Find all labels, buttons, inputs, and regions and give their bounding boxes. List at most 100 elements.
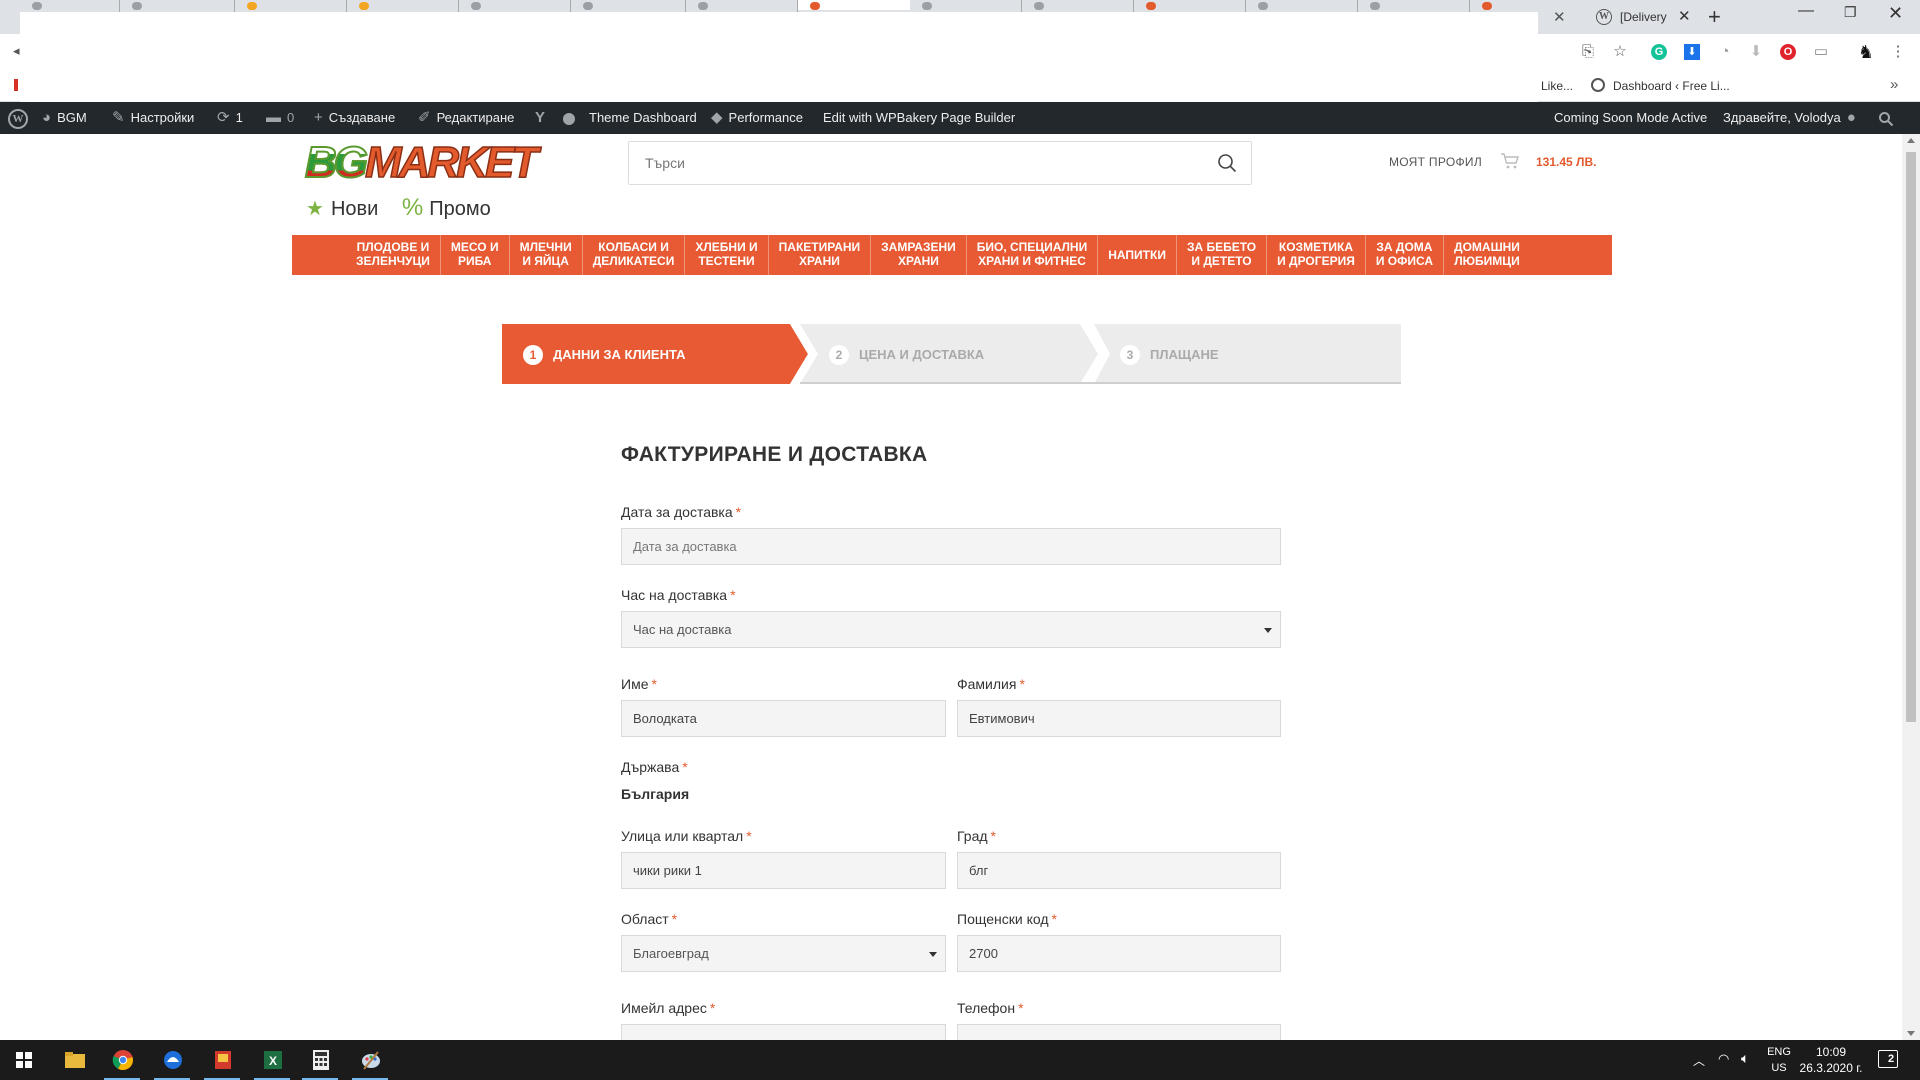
- browser-tab[interactable]: [235, 0, 347, 12]
- taskbar-chrome[interactable]: [98, 1040, 146, 1080]
- window-close-icon[interactable]: ✕: [1888, 3, 1903, 24]
- taskbar-app[interactable]: [148, 1040, 196, 1080]
- browser-tab-active[interactable]: [798, 0, 910, 10]
- performance-link[interactable]: ◆ Performance: [711, 102, 803, 134]
- menu-kebab-icon[interactable]: ⋮: [1889, 43, 1907, 61]
- first-name-input[interactable]: [621, 700, 946, 737]
- search-input[interactable]: [629, 142, 1189, 184]
- taskbar-app[interactable]: [198, 1040, 246, 1080]
- my-profile-link[interactable]: МОЯТ ПРОФИЛ: [1389, 155, 1482, 169]
- tray-show-hidden-icon[interactable]: ︿: [1693, 1052, 1705, 1080]
- taskbar-excel[interactable]: X: [248, 1040, 296, 1080]
- theme-dashboard-link[interactable]: Theme Dashboard: [589, 102, 697, 134]
- extension-icon[interactable]: ◔: [1716, 43, 1734, 61]
- category-link[interactable]: ХЛЕБНИ И ТЕСТЕНИ: [685, 235, 769, 275]
- category-link[interactable]: МЛЕЧНИ И ЯЙЦА: [510, 235, 583, 275]
- browser-tab[interactable]: [1470, 0, 1586, 10]
- browser-tab-delivery[interactable]: W [Delivery ✕: [1586, 0, 1696, 34]
- system-clock[interactable]: 10:09 26.3.2020 г.: [1796, 1044, 1866, 1076]
- last-name-input[interactable]: [957, 700, 1281, 737]
- coming-soon-indicator[interactable]: Coming Soon Mode Active: [1554, 102, 1707, 134]
- region-select[interactable]: Благоевград: [621, 935, 946, 972]
- promo-link[interactable]: % Промо: [384, 194, 491, 221]
- browser-tab[interactable]: [1246, 0, 1358, 12]
- category-link[interactable]: КОЛБАСИ И ДЕЛИКАТЕСИ: [583, 235, 686, 275]
- category-link[interactable]: ЗА ДОМА И ОФИСА: [1366, 235, 1445, 275]
- admin-site-link[interactable]: ◕ BGM: [42, 102, 87, 134]
- browser-tab[interactable]: [686, 0, 798, 12]
- page-scrollbar[interactable]: [1902, 134, 1920, 1040]
- browser-tab[interactable]: [20, 0, 120, 12]
- scroll-down-icon[interactable]: [1907, 1031, 1915, 1036]
- category-link[interactable]: ДОМАШНИ ЛЮБИМЦИ: [1444, 235, 1530, 275]
- delivery-date-input[interactable]: [621, 528, 1281, 565]
- yoast-seo-button[interactable]: Y: [535, 102, 551, 134]
- tab-close-icon[interactable]: ✕: [1553, 8, 1566, 26]
- admin-settings-link[interactable]: ✎ Настройки: [112, 102, 194, 134]
- start-button[interactable]: [0, 1040, 48, 1080]
- notification-center-icon[interactable]: 2: [1878, 1050, 1898, 1068]
- window-restore-icon[interactable]: ❐: [1844, 4, 1857, 21]
- bookmark-likes[interactable]: Like...: [1541, 79, 1573, 93]
- back-arrow-icon[interactable]: ◂: [13, 43, 20, 59]
- bookmark-star-icon[interactable]: ☆: [1611, 43, 1629, 61]
- admin-edit-link[interactable]: ✐ Редактиране: [418, 102, 514, 134]
- cast-icon[interactable]: ▭: [1812, 43, 1830, 61]
- user-extension-icon[interactable]: ♞: [1857, 43, 1875, 61]
- scroll-up-icon[interactable]: [1907, 138, 1915, 143]
- step-payment[interactable]: 3 ПЛАЩАНЕ: [1102, 324, 1401, 384]
- taskbar-paint[interactable]: [346, 1040, 394, 1080]
- admin-create-link[interactable]: + Създаване: [314, 102, 395, 134]
- window-minimize-icon[interactable]: —: [1798, 2, 1814, 20]
- browser-tab[interactable]: [459, 0, 571, 12]
- bookmarks-overflow-icon[interactable]: »: [1890, 76, 1898, 93]
- volume-icon[interactable]: 🔈︎: [1741, 1050, 1749, 1080]
- category-link[interactable]: НАПИТКИ: [1098, 235, 1177, 275]
- search-icon[interactable]: [1217, 153, 1237, 173]
- street-input[interactable]: [621, 852, 946, 889]
- new-products-link[interactable]: ★ Нови: [306, 198, 378, 220]
- postcode-input[interactable]: [957, 935, 1281, 972]
- tab-close-icon[interactable]: ✕: [1678, 7, 1691, 25]
- category-link[interactable]: МЕСО И РИБА: [441, 235, 510, 275]
- city-input[interactable]: [957, 852, 1281, 889]
- category-link[interactable]: ПЛОДОВЕ И ЗЕЛЕНЧУЦИ: [346, 235, 441, 275]
- bookmark-dashboard[interactable]: Dashboard ‹ Free Li...: [1613, 79, 1730, 93]
- step-price-delivery[interactable]: 2 ЦЕНА И ДОСТАВКА: [812, 324, 1092, 384]
- cart-icon[interactable]: [1500, 152, 1520, 170]
- browser-tab[interactable]: [1022, 0, 1134, 12]
- wp-logo-button[interactable]: W: [8, 102, 28, 134]
- admin-search-button[interactable]: [1878, 102, 1894, 134]
- delivery-hour-select[interactable]: Час на доставка: [621, 611, 1281, 648]
- step-customer-data[interactable]: 1 ДАННИ ЗА КЛИЕНТА: [502, 324, 802, 384]
- browser-tab[interactable]: [1134, 0, 1246, 12]
- category-link[interactable]: КОЗМЕТИКА И ДРОГЕРИЯ: [1267, 235, 1366, 275]
- browser-tab[interactable]: [347, 0, 459, 12]
- input-language[interactable]: ENG US: [1766, 1044, 1792, 1076]
- taskbar-file-explorer[interactable]: [50, 1040, 98, 1080]
- download-arrow-icon[interactable]: ⬇: [1747, 43, 1765, 61]
- new-tab-plus-icon[interactable]: +: [1708, 4, 1721, 30]
- opera-extension-icon[interactable]: O: [1780, 44, 1796, 60]
- bookmark-favicon-icon[interactable]: [14, 79, 18, 91]
- admin-updates-link[interactable]: ⟳ 1: [217, 102, 243, 134]
- category-link[interactable]: ПАКЕТИРАНИ ХРАНИ: [769, 235, 872, 275]
- scrollbar-thumb[interactable]: [1906, 152, 1916, 722]
- taskbar-calculator[interactable]: [296, 1040, 344, 1080]
- browser-tab[interactable]: [1358, 0, 1470, 12]
- site-logo[interactable]: BGMARKET: [304, 139, 539, 187]
- translate-icon[interactable]: ⎘: [1579, 43, 1597, 61]
- browser-tab[interactable]: [120, 0, 235, 12]
- admin-account-link[interactable]: Здравейте, Volodya ●: [1723, 102, 1856, 134]
- browser-tab[interactable]: [910, 0, 1022, 12]
- wpbakery-edit-link[interactable]: Edit with WPBakery Page Builder: [823, 102, 1015, 134]
- grammarly-extension-icon[interactable]: G: [1651, 44, 1667, 60]
- phone-input[interactable]: [957, 1024, 1281, 1040]
- download-extension-icon[interactable]: ⬇: [1684, 44, 1700, 60]
- network-icon[interactable]: ◠: [1718, 1051, 1729, 1080]
- cart-total[interactable]: 131.45 ЛВ.: [1536, 155, 1596, 169]
- admin-comments-link[interactable]: ▬ 0: [266, 102, 294, 134]
- category-link[interactable]: ЗАМРАЗЕНИ ХРАНИ: [871, 235, 967, 275]
- category-link[interactable]: БИО, СПЕЦИАЛНИ ХРАНИ И ФИТНЕС: [967, 235, 1099, 275]
- category-link[interactable]: ЗА БЕБЕТО И ДЕТЕТО: [1177, 235, 1268, 275]
